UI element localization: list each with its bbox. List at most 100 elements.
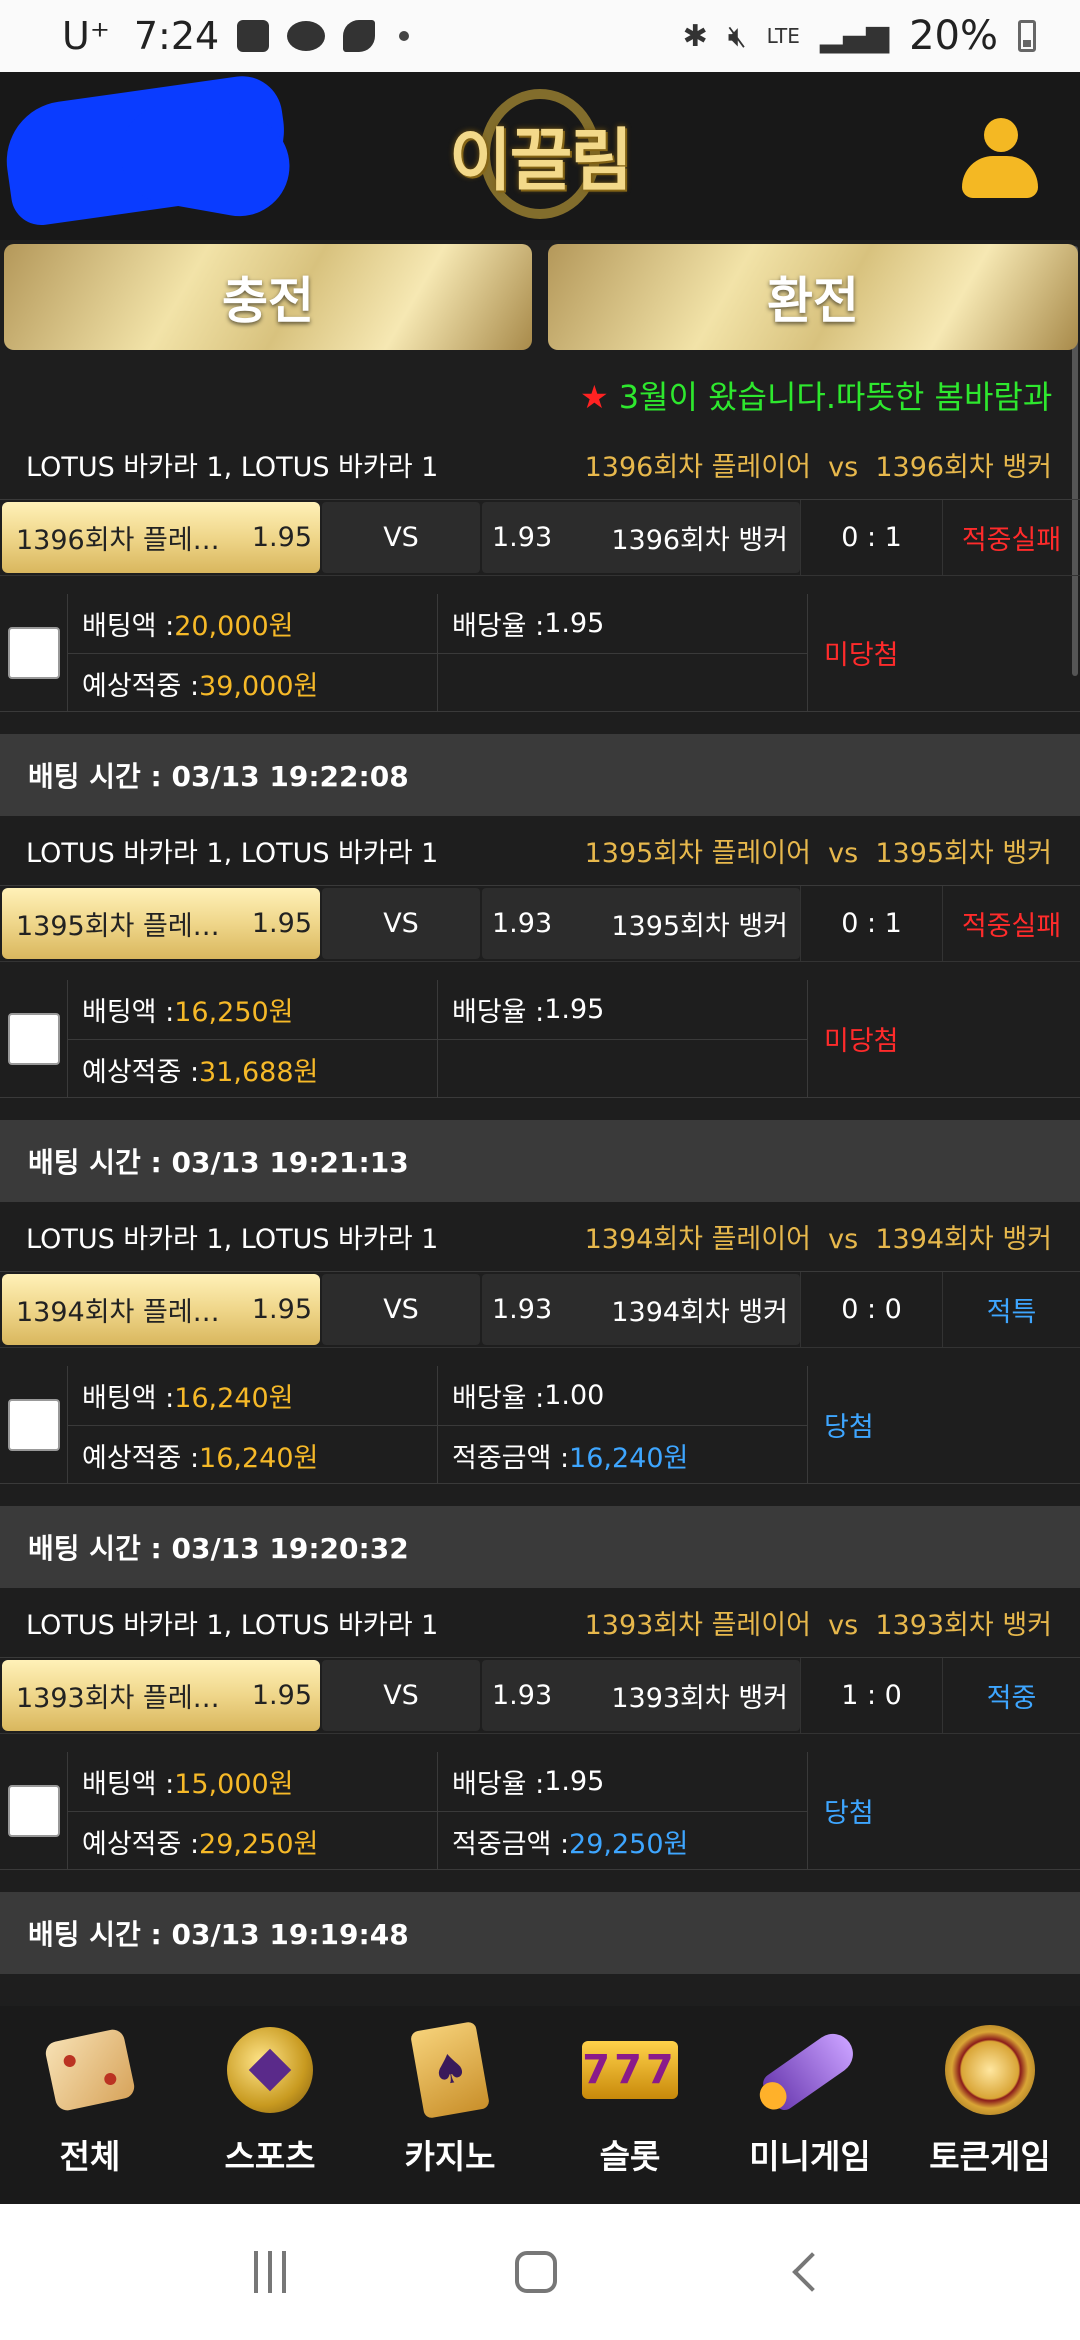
home-odds-value: 1.95 [251, 1294, 312, 1325]
away-odds-button[interactable]: 1.93 1396회차 뱅커 [482, 502, 800, 573]
rate-cell: 배당율 : 1.95 [452, 1766, 605, 1800]
odds-row: 1395회차 플레… 1.95 VS 1.93 1395회차 뱅커 0 : 1 … [0, 886, 1080, 962]
select-checkbox[interactable] [7, 1398, 60, 1451]
win-amount: 16,240원 [569, 1442, 689, 1474]
battery-icon [1018, 20, 1036, 52]
odds-row: 1396회차 플레… 1.95 VS 1.93 1396회차 뱅커 0 : 1 … [0, 500, 1080, 576]
dice-icon [43, 2027, 137, 2113]
status-label: 당첨 [824, 1412, 874, 1443]
game-name: LOTUS 바카라 1, LOTUS 바카라 1 [26, 1610, 439, 1641]
nav-label: 카지노 [404, 2137, 496, 2176]
odds-row: 1393회차 플레… 1.95 VS 1.93 1393회차 뱅커 1 : 0 … [0, 1658, 1080, 1734]
user-profile-icon[interactable] [962, 118, 1038, 200]
away-odds-value: 1.93 [492, 1294, 553, 1325]
expected-amount: 31,688원 [199, 1056, 319, 1088]
nav-casino[interactable]: ♠ 카지노 [360, 2006, 540, 2204]
rate-value: 1.95 [544, 608, 605, 639]
score: 1 : 0 [800, 1658, 942, 1733]
bet-time-bar: 배팅 시간 : 03/13 19:22:08 [0, 734, 1080, 816]
odds-row: 1394회차 플레… 1.95 VS 1.93 1394회차 뱅커 0 : 0 … [0, 1272, 1080, 1348]
match-title: 1396회차 플레이어 vs 1396회차 뱅커 [584, 452, 1052, 483]
away-odds-value: 1.93 [492, 522, 553, 553]
more-notifications-icon [399, 31, 410, 41]
recent-apps-icon[interactable] [254, 2251, 287, 2293]
nav-sports[interactable]: 스포츠 [180, 2006, 360, 2204]
result-label: 적중실패 [942, 886, 1080, 961]
status-bar: U⁺ 7:24 ✱ 🔇︎ LTE ▂▄▆ 20% [0, 0, 1080, 72]
result-label: 적특 [942, 1272, 1080, 1347]
carrier-label: U⁺ [62, 14, 110, 58]
expected-amount: 16,240원 [199, 1442, 319, 1474]
game-row: LOTUS 바카라 1, LOTUS 바카라 1 1395회차 플레이어 vs … [0, 816, 1080, 886]
away-pick-label: 1393회차 뱅커 [611, 1683, 788, 1714]
home-odds-value: 1.95 [251, 1680, 312, 1711]
bet-detail: 배팅액 : 15,000원 예상적중 : 29,250원 배당율 : 1.95 … [0, 1752, 1080, 1870]
home-odds-button[interactable]: 1395회차 플레… 1.95 [2, 888, 320, 959]
away-pick-label: 1395회차 뱅커 [611, 911, 788, 942]
nav-minigame[interactable]: 미니게임 [720, 2006, 900, 2204]
expected-amount: 39,000원 [199, 670, 319, 702]
bet-entry: 배팅 시간 : 03/13 19:21:13 LOTUS 바카라 1, LOTU… [0, 1120, 1080, 1484]
vs-label: VS [322, 1660, 480, 1731]
bet-amount: 16,250원 [174, 997, 294, 1028]
bet-amount-cell: 배팅액 : 20,000원 [68, 594, 437, 653]
exchange-button[interactable]: 환전 [548, 244, 1078, 350]
rate-value: 1.95 [544, 994, 605, 1025]
away-odds-button[interactable]: 1.93 1394회차 뱅커 [482, 1274, 800, 1345]
star-icon: ★ [580, 378, 609, 416]
win-cell [438, 653, 807, 712]
home-pick-label: 1395회차 플레… [16, 911, 220, 942]
logo-text: 이끌림 [449, 121, 633, 201]
score: 0 : 0 [800, 1272, 942, 1347]
site-logo[interactable]: 이끌림 [440, 84, 640, 224]
expected-amount: 29,250원 [199, 1828, 319, 1860]
result-label: 적중 [942, 1658, 1080, 1733]
home-icon[interactable] [514, 2251, 557, 2293]
away-odds-button[interactable]: 1.93 1393회차 뱅커 [482, 1660, 800, 1731]
status-label: 미당첨 [824, 640, 899, 671]
home-pick-label: 1393회차 플레… [16, 1683, 220, 1714]
nav-slot[interactable]: 777 슬롯 [540, 2006, 720, 2204]
away-odds-value: 1.93 [492, 908, 553, 939]
home-odds-button[interactable]: 1393회차 플레… 1.95 [2, 1660, 320, 1731]
system-nav-bar [0, 2204, 1080, 2340]
cards-icon: ♠ [409, 2020, 491, 2120]
away-odds-button[interactable]: 1.93 1395회차 뱅커 [482, 888, 800, 959]
talk-icon [287, 21, 326, 51]
win-cell: 적중금액 : 16,240원 [438, 1425, 807, 1484]
bluetooth-icon: ✱ [682, 18, 708, 54]
nav-label: 토큰게임 [929, 2137, 1051, 2176]
user-body [962, 156, 1038, 198]
user-head [984, 118, 1018, 152]
expected-cell: 예상적중 : 16,240원 [68, 1425, 437, 1484]
bet-history-list: LOTUS 바카라 1, LOTUS 바카라 1 1396회차 플레이어 vs … [0, 430, 1080, 1974]
select-checkbox[interactable] [7, 1784, 60, 1837]
bet-amount: 20,000원 [174, 611, 294, 642]
home-odds-button[interactable]: 1396회차 플레… 1.95 [2, 502, 320, 573]
result-label: 적중실패 [942, 500, 1080, 575]
nav-all[interactable]: 전체 [0, 2006, 180, 2204]
notice-text: 3월이 왔습니다.따뜻한 봄바람과 [618, 378, 1053, 416]
nav-label: 슬롯 [599, 2137, 661, 2176]
win-cell [438, 1039, 807, 1098]
charge-button[interactable]: 충전 [4, 244, 532, 350]
vs-label: VS [322, 888, 480, 959]
win-cell: 적중금액 : 29,250원 [438, 1811, 807, 1870]
status-label: 미당첨 [824, 1026, 899, 1057]
select-checkbox[interactable] [7, 1012, 60, 1065]
home-odds-button[interactable]: 1394회차 플레… 1.95 [2, 1274, 320, 1345]
select-checkbox[interactable] [7, 626, 60, 679]
vs-label: VS [322, 502, 480, 573]
game-name: LOTUS 바카라 1, LOTUS 바카라 1 [26, 452, 439, 483]
game-row: LOTUS 바카라 1, LOTUS 바카라 1 1396회차 플레이어 vs … [0, 430, 1080, 500]
app-notification-icon [343, 20, 376, 52]
bet-detail: 배팅액 : 20,000원 예상적중 : 39,000원 배당율 : 1.95 … [0, 594, 1080, 712]
bet-amount-cell: 배팅액 : 16,240원 [68, 1366, 437, 1425]
nav-label: 스포츠 [224, 2137, 316, 2176]
away-pick-label: 1394회차 뱅커 [611, 1297, 788, 1328]
back-icon[interactable] [791, 2252, 832, 2292]
nav-token-game[interactable]: 토큰게임 [900, 2006, 1080, 2204]
rate-cell: 배당율 : 1.95 [452, 994, 605, 1028]
score: 0 : 1 [800, 500, 942, 575]
game-name: LOTUS 바카라 1, LOTUS 바카라 1 [26, 1224, 439, 1255]
